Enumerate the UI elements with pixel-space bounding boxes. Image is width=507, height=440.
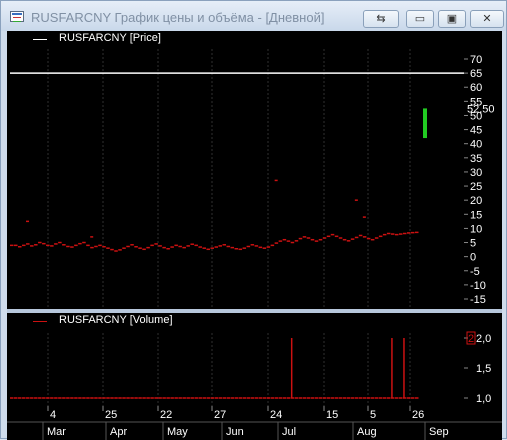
signal-bar <box>423 108 427 139</box>
price-tick-label: 35 <box>470 153 482 165</box>
month-label: Mar <box>47 426 66 438</box>
price-legend-swatch <box>33 39 47 40</box>
month-label: Jun <box>226 426 244 438</box>
volume-plot <box>10 333 419 406</box>
day-label: 15 <box>326 409 338 421</box>
price-tick-label: 0 <box>470 252 476 264</box>
restore-button[interactable]: ⇆ <box>363 10 399 28</box>
volume-pane[interactable]: RUSFARCNY [Volume] <box>7 313 464 406</box>
volume-tick-label: 1,0 <box>476 393 491 405</box>
month-label: Aug <box>357 426 377 438</box>
price-plot <box>10 49 464 309</box>
volume-top-marker: 2 <box>468 333 474 345</box>
price-legend: RUSFARCNY [Price] <box>59 32 161 44</box>
month-label: Sep <box>429 426 449 438</box>
minimize-button[interactable]: ▭ <box>406 10 434 28</box>
price-tick-label: 30 <box>470 167 482 179</box>
date-axis[interactable]: 4 25 22 27 24 15 5 26 Mar Apr May Jun Jul Aug Sep <box>7 406 502 440</box>
price-y-axis-labels: 7065605550454035302520151050-5-10-1552,5… <box>464 54 495 306</box>
day-label: 24 <box>270 409 282 421</box>
price-y-axis[interactable]: 70 65 60 55 50 45 40 35 30 25 20 15 10 5 0 -5 -10 -15 52,5… <box>464 31 502 309</box>
price-tick-label: 20 <box>470 195 482 207</box>
price-tick-label: 60 <box>470 82 482 94</box>
maximize-button[interactable]: ▣ <box>438 10 466 28</box>
volume-y-axis-labels: 2,0 1,5 1,0 2 <box>464 331 491 405</box>
chart-app-icon <box>10 11 24 22</box>
day-label: 5 <box>370 409 376 421</box>
volume-tick-label: 2,0 <box>476 333 491 345</box>
price-tick-label: 5 <box>470 238 476 250</box>
month-label: Apr <box>110 426 127 438</box>
price-tick-label: 10 <box>470 223 482 235</box>
day-label: 27 <box>214 409 226 421</box>
price-tick-label: -15 <box>470 294 486 306</box>
title-bar[interactable]: RUSFARCNY График цены и объёма - [Дневно… <box>1 1 506 31</box>
volume-legend-swatch <box>33 321 47 322</box>
day-label: 25 <box>105 409 117 421</box>
window-title: RUSFARCNY График цены и объёма - [Дневно… <box>31 10 325 25</box>
month-label: Jul <box>282 426 296 438</box>
price-tick-label: -5 <box>470 266 480 278</box>
volume-tick-label: 1,5 <box>476 363 491 375</box>
month-label: May <box>167 426 188 438</box>
price-tick-label: 25 <box>470 181 482 193</box>
price-tick-label: 70 <box>470 54 482 66</box>
chart-window: RUSFARCNY График цены и объёма - [Дневно… <box>0 0 507 440</box>
price-tick-label: 65 <box>470 68 482 80</box>
volume-legend: RUSFARCNY [Volume] <box>59 314 173 326</box>
price-pane[interactable]: RUSFARCNY [Price] <box>7 31 464 309</box>
day-label: 26 <box>412 409 424 421</box>
volume-y-axis[interactable]: 2,0 1,5 1,0 2 <box>464 313 502 406</box>
price-tick-label: 40 <box>470 139 482 151</box>
price-tick-label: -10 <box>470 280 486 292</box>
day-label: 4 <box>50 409 56 421</box>
last-price-label: 52,50 <box>467 103 495 115</box>
date-axis-labels: 4 25 22 27 24 15 5 26 Mar Apr May Jun Jul Aug Sep <box>7 406 502 440</box>
close-button[interactable]: ✕ <box>470 10 504 28</box>
price-tick-label: 15 <box>470 209 482 221</box>
price-tick-label: 45 <box>470 125 482 137</box>
day-label: 22 <box>160 409 172 421</box>
